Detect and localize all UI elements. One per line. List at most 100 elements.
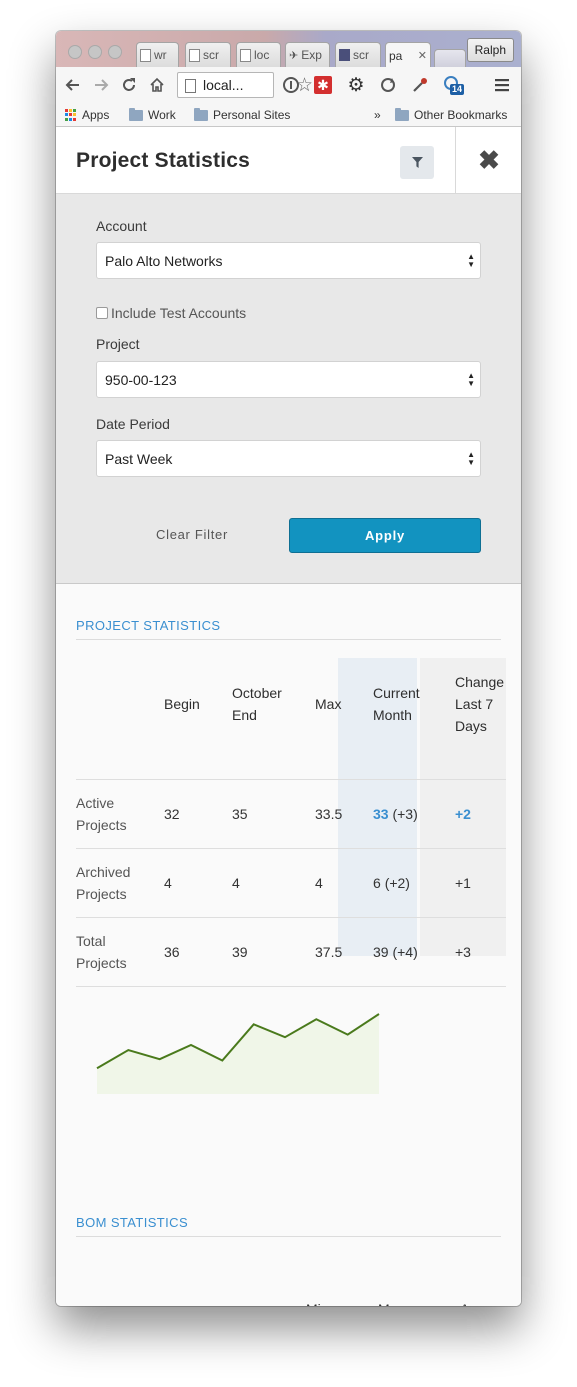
- cell-current-month: 33 (+3): [373, 803, 418, 825]
- project-trend-chart: [96, 1013, 380, 1094]
- lastpass-icon[interactable]: ✱: [312, 74, 334, 96]
- cell-change: +3: [455, 944, 471, 960]
- cell-october-end: 35: [232, 806, 248, 822]
- bookmark-personal-sites[interactable]: Personal Sites: [194, 107, 290, 122]
- account-label: Account: [96, 218, 147, 234]
- page-title: Project Statistics: [76, 149, 250, 172]
- browser-tab-2[interactable]: scr: [185, 42, 231, 67]
- cell-max: 37.5: [315, 944, 343, 960]
- column-current-month-line2: Month: [373, 707, 412, 723]
- page-header: Project Statistics ✖: [56, 127, 521, 194]
- home-icon[interactable]: [146, 74, 168, 96]
- bookmarks-bar: Apps Work Personal Sites » Other Bookmar…: [56, 105, 521, 127]
- bom-column-min: Min: [306, 1298, 329, 1306]
- bom-statistics-heading: BOM STATISTICS: [76, 1215, 501, 1237]
- cell-begin: 4: [164, 875, 172, 891]
- reload-icon[interactable]: [118, 74, 140, 96]
- close-window-icon[interactable]: [68, 45, 82, 59]
- cell-change-link[interactable]: +2: [455, 803, 471, 825]
- browser-toolbar: local... ☆ ✱ ⚙ 14: [56, 67, 521, 105]
- browser-window: wr scr loc ✈ Exp scr pa ✕ Ralph local...…: [56, 31, 521, 1306]
- page-icon: [140, 48, 151, 62]
- bom-column-avg: Avg: [460, 1298, 484, 1306]
- column-change-line1: Change: [455, 674, 505, 690]
- column-change-line3: Days: [455, 718, 487, 734]
- current-value: 6: [373, 875, 381, 891]
- project-statistics-heading: PROJECT STATISTICS: [76, 618, 501, 640]
- column-current-month-line1: Current: [373, 685, 420, 701]
- cell-current-month: 6 (+2): [373, 872, 410, 894]
- password-manager-icon[interactable]: [280, 74, 302, 96]
- minimize-window-icon[interactable]: [88, 45, 102, 59]
- bom-column-max: Max: [378, 1298, 404, 1306]
- tab-close-icon[interactable]: ✕: [418, 49, 427, 62]
- folder-icon: [395, 107, 409, 121]
- bird-icon: ✈: [289, 49, 299, 62]
- site-favicon-icon: [339, 49, 350, 61]
- include-test-accounts[interactable]: Include Test Accounts: [96, 305, 246, 321]
- row-label-line2: Projects: [76, 886, 127, 902]
- filter-funnel-icon: [411, 157, 423, 168]
- apps-grid-icon: [65, 109, 77, 121]
- column-max: Max: [315, 696, 342, 712]
- cell-max: 4: [315, 875, 323, 891]
- account-select[interactable]: Palo Alto Networks ▲ ▼: [96, 242, 481, 279]
- row-divider: [76, 986, 506, 987]
- settings-gear-icon[interactable]: ⚙: [345, 74, 367, 96]
- date-period-label: Date Period: [96, 416, 170, 432]
- cell-max: 33.5: [315, 806, 343, 822]
- cell-october-end: 39: [232, 944, 248, 960]
- row-label-line2: Projects: [76, 817, 127, 833]
- bookmarks-overflow-button[interactable]: »: [374, 108, 381, 122]
- clear-filter-button[interactable]: Clear Filter: [142, 527, 242, 542]
- project-select[interactable]: 950-00-123 ▲ ▼: [96, 361, 481, 398]
- address-bar[interactable]: local... ☆: [177, 72, 313, 98]
- menu-icon[interactable]: [492, 74, 514, 96]
- current-delta: (+4): [392, 944, 418, 960]
- browser-tab-4[interactable]: ✈ Exp: [285, 42, 330, 67]
- current-value: 39: [373, 944, 389, 960]
- row-divider: [76, 848, 506, 849]
- column-october-end-line2: End: [232, 707, 257, 723]
- row-label-line2: Projects: [76, 955, 127, 971]
- column-begin: Begin: [164, 696, 200, 712]
- cell-begin: 36: [164, 944, 180, 960]
- current-value-link[interactable]: 33: [373, 806, 389, 822]
- row-label-line1: Total: [76, 933, 106, 949]
- cell-begin: 32: [164, 806, 180, 822]
- filter-toggle-button[interactable]: [400, 146, 434, 179]
- date-period-select[interactable]: Past Week ▲ ▼: [96, 440, 481, 477]
- extension-icon[interactable]: 14: [442, 74, 465, 96]
- current-delta: (+2): [384, 875, 410, 891]
- browser-tab-3[interactable]: loc: [236, 42, 281, 67]
- current-delta: (+3): [392, 806, 418, 822]
- row-label-line1: Active: [76, 795, 115, 811]
- profile-button[interactable]: Ralph: [466, 38, 514, 62]
- project-label: Project: [96, 336, 140, 352]
- browser-tab-5[interactable]: scr: [335, 42, 381, 67]
- bookmark-work[interactable]: Work: [129, 107, 176, 122]
- browser-tab-active[interactable]: pa ✕: [385, 42, 431, 68]
- sync-icon[interactable]: [377, 74, 399, 96]
- close-panel-button[interactable]: ✖: [455, 127, 521, 193]
- page-icon: [185, 79, 196, 93]
- zoom-window-icon[interactable]: [108, 45, 122, 59]
- bookmark-other[interactable]: Other Bookmarks: [395, 107, 507, 122]
- tab-strip: wr scr loc ✈ Exp scr pa ✕ Ralph: [56, 31, 521, 68]
- select-arrows-icon: ▲ ▼: [467, 371, 475, 388]
- folder-icon: [194, 107, 208, 121]
- apply-button[interactable]: Apply: [289, 518, 481, 553]
- browser-tab-1[interactable]: wr: [136, 42, 179, 67]
- eyedropper-icon[interactable]: [409, 74, 431, 96]
- select-arrows-icon: ▲ ▼: [467, 252, 475, 269]
- folder-icon: [129, 107, 143, 121]
- filter-panel: Account Palo Alto Networks ▲ ▼ Include Te…: [56, 194, 521, 584]
- include-test-accounts-checkbox[interactable]: [96, 307, 108, 319]
- statistics-content: PROJECT STATISTICS Begin October End Max…: [56, 584, 521, 1306]
- forward-icon[interactable]: [90, 74, 112, 96]
- new-tab-button[interactable]: [434, 49, 466, 67]
- back-icon[interactable]: [62, 74, 84, 96]
- bookmark-apps[interactable]: Apps: [65, 108, 109, 122]
- row-divider: [76, 917, 506, 918]
- page-icon: [189, 48, 200, 62]
